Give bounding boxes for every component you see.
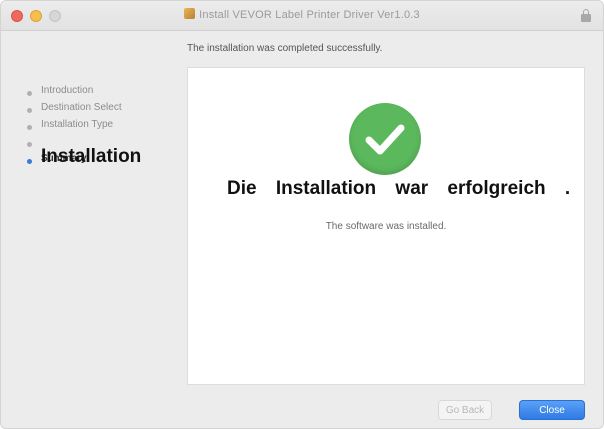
step-label: Destination Select <box>41 102 122 113</box>
lock-icon <box>581 9 591 22</box>
window-title: Install VEVOR Label Printer Driver Ver1.… <box>199 9 420 21</box>
step-bullet-icon <box>27 159 32 164</box>
checkmark-circle-icon <box>349 103 421 175</box>
step-bullet-icon <box>27 125 32 130</box>
step-bullet-icon <box>27 108 32 113</box>
completion-header: The installation was completed successfu… <box>187 43 383 54</box>
software-installed-message: The software was installed. <box>325 221 447 232</box>
step-bullet-icon <box>27 142 32 147</box>
step-introduction: Introduction <box>21 85 181 102</box>
go-back-button[interactable]: Go Back <box>438 400 492 420</box>
step-label: Introduction <box>41 85 94 96</box>
step-destination-select: Destination Select <box>21 102 181 119</box>
step-installation-type: Installation Type <box>21 119 181 136</box>
close-button[interactable]: Close <box>519 400 585 420</box>
installer-window: Install VEVOR Label Printer Driver Ver1.… <box>0 0 604 429</box>
installation-step-overlay: Installation <box>41 146 142 167</box>
step-bullet-icon <box>27 91 32 96</box>
window-title-wrap: Install VEVOR Label Printer Driver Ver1.… <box>1 8 603 21</box>
title-bar[interactable]: Install VEVOR Label Printer Driver Ver1.… <box>1 1 603 31</box>
success-overlay-message: Die Installation war erfolgreich . <box>227 178 571 199</box>
package-icon <box>184 8 196 19</box>
step-label: Installation Type <box>41 119 114 130</box>
